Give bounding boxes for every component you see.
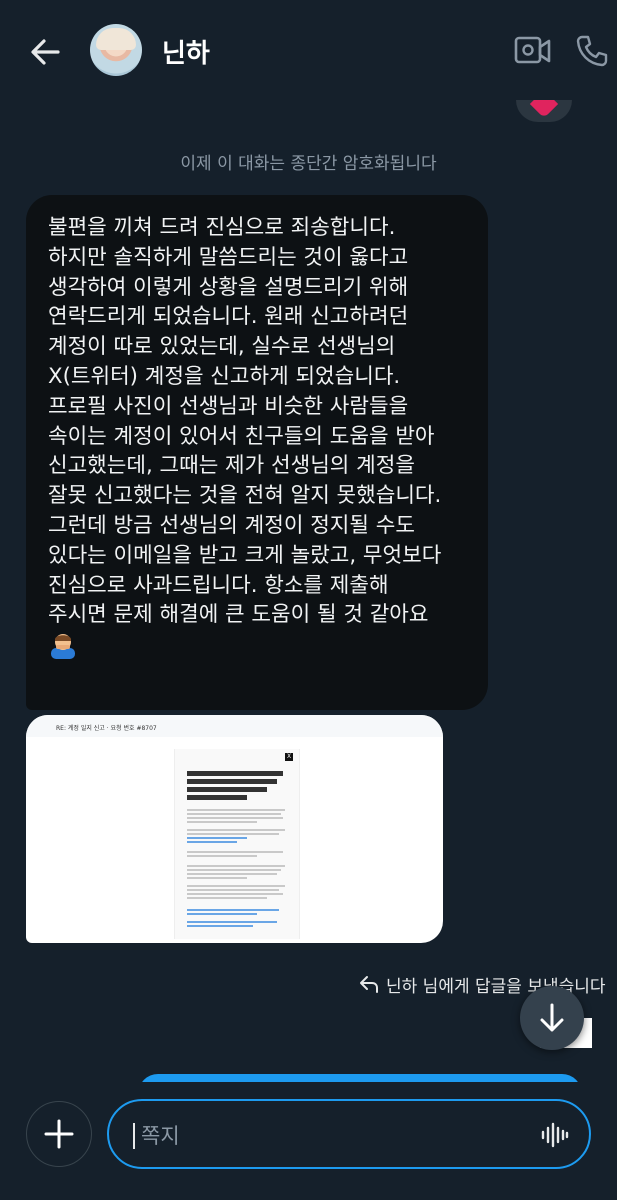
encryption-notice: 이제 이 대화는 종단간 암호화됩니다: [180, 154, 437, 174]
x-logo-icon: X: [285, 753, 293, 761]
message-line: 프로필 사진이 선생님과 비슷한 사람들을: [48, 393, 409, 419]
back-arrow-icon: [31, 39, 60, 65]
message-line: 그런데 방금 선생님의 계정이 정지될 수도: [48, 512, 415, 538]
plus-icon: [44, 1119, 74, 1149]
avatar[interactable]: [90, 24, 142, 76]
image-email-subject: RE: 계정 일지 신고 · 요청 번호 #8707: [56, 725, 157, 732]
video-camera-icon: [514, 36, 551, 64]
voice-call-button[interactable]: [574, 33, 610, 69]
conversation-title[interactable]: 닌하: [162, 33, 210, 70]
video-call-button[interactable]: [514, 34, 552, 68]
add-media-button[interactable]: [26, 1101, 92, 1167]
message-line: 계정이 따로 있었는데, 실수로 선생님의: [48, 334, 396, 360]
message-line: 주시면 문제 해결에 큰 도움이 될 것 같아요: [48, 602, 429, 628]
heart-reaction-icon: [516, 100, 572, 122]
scroll-to-bottom-button[interactable]: [520, 986, 584, 1050]
message-input[interactable]: [139, 1117, 523, 1155]
arrow-down-icon: [540, 1003, 564, 1032]
message-line: 연락드리게 되었습니다. 원래 신고하려던: [48, 304, 409, 330]
reply-arrow-icon: [360, 976, 378, 993]
phone-icon: [576, 35, 608, 67]
received-message-bubble[interactable]: 불편을 끼쳐 드려 진심으로 죄송합니다. 하지만 솔직하게 말씀드리는 것이 …: [26, 195, 488, 710]
text-caret: [133, 1123, 135, 1149]
message-line: X(트위터) 계정을 신고하게 되었습니다.: [48, 363, 401, 389]
back-button[interactable]: [24, 30, 68, 74]
message-line: 있다는 이메일을 받고 크게 놀랐고, 무엇보다: [48, 542, 442, 568]
image-attachment[interactable]: RE: 계정 일지 신고 · 요청 번호 #8707 X: [26, 715, 443, 943]
message-line: 잘못 신고했다는 것을 전혀 알지 못했습니다.: [48, 483, 442, 509]
message-line: 생각하여 이렇게 상황을 설명드리기 위해: [48, 274, 409, 300]
message-line: 불편을 끼쳐 드려 진심으로 죄송합니다.: [48, 215, 396, 240]
message-line: 속이는 계정이 있어서 친구들의 도움을 받아: [48, 423, 435, 449]
bowing-person-emoji-icon: [51, 634, 75, 660]
message-line: 진심으로 사과드립니다. 항소를 제출해: [48, 572, 389, 598]
conversation-header: 닌하: [0, 0, 617, 100]
message-line: 하지만 솔직하게 말씀드리는 것이 옳다고: [48, 244, 409, 270]
message-input-container[interactable]: [107, 1099, 591, 1169]
message-line: 신고했는데, 그때는 제가 선생님의 계정을: [48, 453, 415, 479]
image-email-card: X: [174, 749, 300, 939]
voice-message-icon[interactable]: [541, 1121, 569, 1149]
